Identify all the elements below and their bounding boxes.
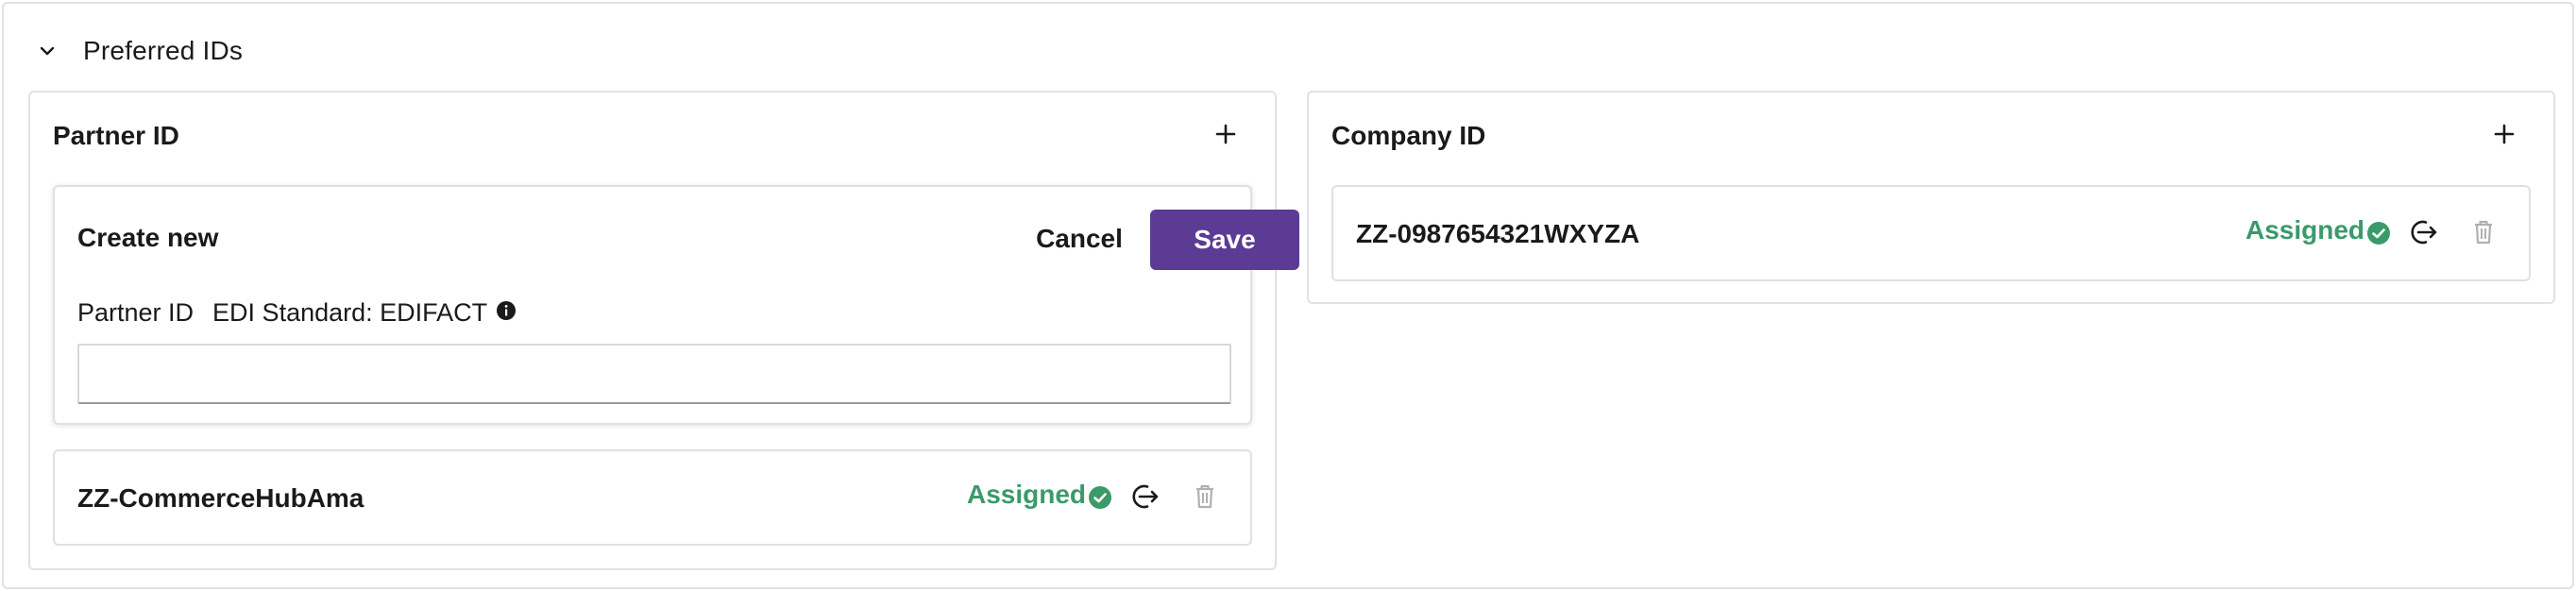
add-partner-id-button[interactable]	[1211, 121, 1241, 151]
save-button[interactable]: Save	[1150, 210, 1299, 270]
trash-icon	[2471, 219, 2496, 250]
partner-id-row: ZZ-CommerceHubAma Assigned	[53, 449, 1252, 546]
unassign-button[interactable]	[2406, 217, 2440, 251]
delete-button[interactable]	[1188, 481, 1222, 515]
plus-icon	[1215, 124, 1236, 149]
partner-id-field-label: Partner ID	[77, 298, 195, 327]
company-id-panel: Company ID ZZ-0987654321WXYZA Assigned	[1307, 91, 2555, 304]
partner-id-title: Partner ID	[53, 121, 179, 150]
check-circle-icon	[2366, 221, 2391, 245]
preferred-ids-toggle[interactable]: Preferred IDs	[36, 32, 243, 70]
delete-button[interactable]	[2466, 217, 2500, 251]
cancel-button[interactable]: Cancel	[1008, 210, 1150, 268]
status-text: Assigned	[967, 480, 1087, 509]
unassign-icon	[2407, 216, 2439, 253]
company-id-value: ZZ-0987654321WXYZA	[1356, 219, 1640, 248]
edi-standard-text: EDI Standard: EDIFACT	[212, 298, 487, 327]
status-badge: Assigned	[2246, 215, 2391, 245]
unassign-icon	[1128, 481, 1161, 517]
create-new-card: Create new Cancel Save Partner ID EDI St…	[53, 185, 1299, 425]
create-new-title: Create new	[77, 223, 219, 252]
add-company-id-button[interactable]	[2489, 121, 2519, 151]
preferred-ids-container: Preferred IDs Partner ID Create new Canc…	[2, 2, 2574, 589]
partner-id-input[interactable]	[77, 344, 1231, 404]
chevron-down-icon[interactable]	[36, 40, 59, 62]
unassign-button[interactable]	[1127, 481, 1161, 515]
plus-icon	[2494, 124, 2515, 149]
company-id-row: ZZ-0987654321WXYZA Assigned	[1331, 185, 2531, 281]
partner-id-panel: Partner ID Create new Cancel Save Partne…	[28, 91, 1299, 570]
partner-id-value: ZZ-CommerceHubAma	[77, 483, 364, 513]
section-title: Preferred IDs	[83, 36, 244, 65]
status-text: Assigned	[2246, 215, 2365, 245]
check-circle-icon	[1088, 485, 1112, 510]
field-label-row: Partner ID EDI Standard: EDIFACT	[77, 298, 517, 328]
status-badge: Assigned	[967, 480, 1112, 510]
company-id-title: Company ID	[1331, 121, 1486, 150]
info-icon[interactable]	[496, 300, 517, 321]
edi-standard-label: EDI Standard: EDIFACT	[212, 298, 517, 328]
trash-icon	[1193, 483, 1217, 515]
